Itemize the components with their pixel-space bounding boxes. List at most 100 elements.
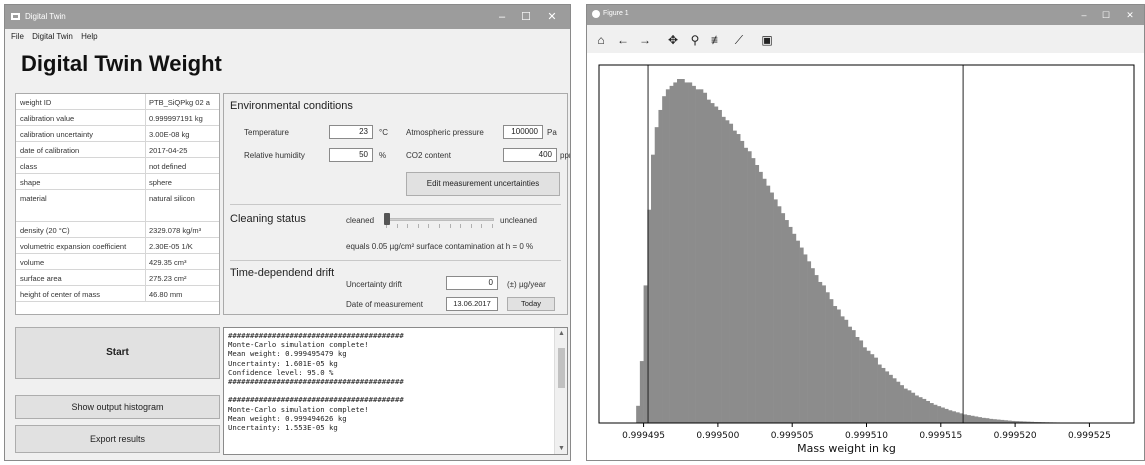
today-button[interactable]: Today xyxy=(507,297,555,311)
close-icon[interactable]: ✕ xyxy=(542,9,562,25)
table-row[interactable]: shape sphere xyxy=(16,174,219,190)
histogram-bar xyxy=(740,140,745,424)
minimize-icon[interactable]: – xyxy=(1074,7,1094,23)
table-row[interactable]: volume 429.35 cm³ xyxy=(16,254,219,270)
histogram-bar xyxy=(773,199,778,423)
slider-tick xyxy=(449,224,451,228)
co2-unit: ppm xyxy=(560,151,570,160)
uncertainty-drift-field[interactable]: 0 xyxy=(446,276,498,290)
configure-icon[interactable]: ≢ xyxy=(709,33,725,47)
home-icon[interactable]: ⌂ xyxy=(593,33,609,47)
table-row[interactable]: weight ID PTB_SiQPkg 02 a xyxy=(16,94,219,110)
output-log[interactable]: ########################################… xyxy=(223,327,568,455)
app-icon xyxy=(11,13,20,20)
histogram-bar xyxy=(844,319,849,423)
histogram-bar xyxy=(996,419,1001,423)
histogram-bar xyxy=(743,147,748,424)
x-tick-label: 0.999495 xyxy=(622,431,665,441)
histogram-bar xyxy=(925,400,930,423)
property-key: shape xyxy=(20,178,41,187)
menu-file[interactable]: File xyxy=(11,32,24,41)
edit-curve-icon[interactable]: ⟋ xyxy=(731,33,747,47)
scroll-up-icon[interactable]: ▲ xyxy=(555,330,567,337)
histogram-bar xyxy=(703,92,708,423)
edit-uncertainties-button[interactable]: Edit measurement uncertainties xyxy=(406,172,560,196)
maximize-icon[interactable]: ☐ xyxy=(1096,7,1116,23)
scroll-down-icon[interactable]: ▼ xyxy=(555,445,567,452)
histogram-bar xyxy=(821,285,826,423)
pressure-unit: Pa xyxy=(547,128,557,137)
property-value: natural silicon xyxy=(149,194,195,203)
title-bar[interactable]: Digital Twin – ☐ ✕ xyxy=(5,5,570,29)
measurement-date-field[interactable]: 13.06.2017 xyxy=(446,297,498,311)
histogram-bar xyxy=(680,79,685,423)
humidity-field[interactable]: 50 xyxy=(329,148,373,162)
minimize-icon[interactable]: – xyxy=(492,9,512,25)
table-row[interactable]: calibration uncertainty 3.00E-08 kg xyxy=(16,126,219,142)
property-key: calibration uncertainty xyxy=(20,130,93,139)
histogram-bar xyxy=(677,79,682,423)
histogram-bar xyxy=(873,357,878,423)
histogram-bar xyxy=(788,226,793,423)
humidity-label: Relative humidity xyxy=(244,151,305,160)
histogram-bar xyxy=(918,397,923,423)
measurement-date-label: Date of measurement xyxy=(346,300,423,309)
histogram-bar xyxy=(639,361,644,423)
scroll-thumb[interactable] xyxy=(558,348,565,388)
table-row[interactable]: material natural silicon xyxy=(16,190,219,222)
back-icon[interactable]: ← xyxy=(615,33,631,47)
table-row[interactable]: date of calibration 2017-04-25 xyxy=(16,142,219,158)
slider-handle[interactable] xyxy=(384,213,390,225)
x-tick-label: 0.999520 xyxy=(994,431,1037,441)
table-row[interactable]: surface area 275.23 cm² xyxy=(16,270,219,286)
show-histogram-button[interactable]: Show output histogram xyxy=(15,395,220,419)
pressure-field[interactable]: 100000 xyxy=(503,125,543,139)
menu-digital-twin[interactable]: Digital Twin xyxy=(32,32,73,41)
maximize-icon[interactable]: ☐ xyxy=(516,9,536,25)
log-scrollbar[interactable]: ▲ ▼ xyxy=(554,328,567,454)
save-icon[interactable]: ▣ xyxy=(759,33,775,47)
close-icon[interactable]: ✕ xyxy=(1120,7,1140,23)
temperature-field[interactable]: 23 xyxy=(329,125,373,139)
forward-icon[interactable]: → xyxy=(637,33,653,47)
histogram-bar xyxy=(643,285,648,423)
histogram-bar xyxy=(662,96,667,423)
export-results-button[interactable]: Export results xyxy=(15,425,220,453)
table-row[interactable]: density (20 °C) 2329.078 kg/m³ xyxy=(16,222,219,238)
zoom-icon[interactable]: ⚲ xyxy=(687,33,703,47)
slider-tick xyxy=(407,224,409,228)
x-tick-label: 0.999515 xyxy=(919,431,962,441)
start-button[interactable]: Start xyxy=(15,327,220,379)
property-key: height of center of mass xyxy=(20,290,101,299)
figure-title-bar[interactable]: Figure 1 – ☐ ✕ xyxy=(587,5,1144,25)
histogram-bar xyxy=(758,171,763,423)
histogram-bar xyxy=(985,418,990,423)
figure-window-title: Figure 1 xyxy=(603,10,629,17)
histogram-bar xyxy=(829,299,834,423)
histogram-bar xyxy=(892,378,897,423)
pan-icon[interactable]: ✥ xyxy=(665,33,681,47)
table-row[interactable]: height of center of mass 46.80 mm xyxy=(16,286,219,302)
co2-field[interactable]: 400 xyxy=(503,148,557,162)
histogram-bar xyxy=(710,103,715,423)
histogram-bar xyxy=(877,364,882,423)
histogram-bar xyxy=(658,109,663,424)
property-value: not defined xyxy=(149,162,187,171)
property-key: weight ID xyxy=(20,98,52,107)
menu-help[interactable]: Help xyxy=(81,32,97,41)
histogram-bar xyxy=(974,416,979,423)
histogram-bar xyxy=(951,411,956,423)
histogram-bar xyxy=(784,220,789,423)
cleaning-slider[interactable] xyxy=(384,218,494,221)
plot-canvas[interactable]: 0.999495 0.999500 0.999505 0.999510 0.999515… xyxy=(587,53,1144,460)
property-value: 2017-04-25 xyxy=(149,146,188,155)
table-row[interactable]: class not defined xyxy=(16,158,219,174)
uncertainty-drift-unit: (±) µg/year xyxy=(507,280,546,289)
histogram-bar xyxy=(833,306,838,423)
table-row[interactable]: volumetric expansion coefficient 2.30E-05… xyxy=(16,238,219,254)
humidity-unit: % xyxy=(379,151,387,160)
histogram-bar xyxy=(669,85,674,423)
table-row[interactable]: calibration value 0.999997191 kg xyxy=(16,110,219,126)
pressure-label: Atmospheric pressure xyxy=(406,128,484,137)
histogram-bar xyxy=(896,381,901,423)
